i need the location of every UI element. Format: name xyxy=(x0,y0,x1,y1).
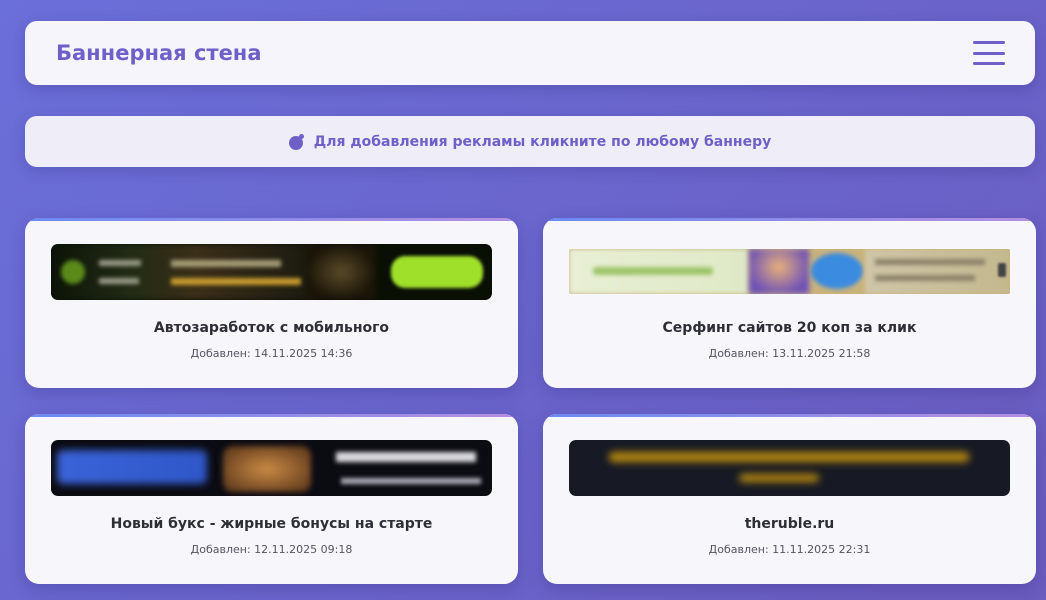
banner-date: Добавлен: 13.11.2025 21:58 xyxy=(708,347,871,360)
banner-image[interactable] xyxy=(569,249,1010,294)
menu-bar xyxy=(973,51,1005,55)
banner-title[interactable]: theruble.ru xyxy=(543,516,1036,532)
notice-text: Для добавления рекламы кликните по любом… xyxy=(313,133,772,150)
hamburger-menu-icon[interactable] xyxy=(973,41,1005,65)
banner-card[interactable]: Новый букс - жирные бонусы на старте Доб… xyxy=(25,414,518,584)
banner-image[interactable] xyxy=(51,440,492,496)
page-title: Баннерная стена xyxy=(56,41,262,65)
banner-date: Добавлен: 14.11.2025 14:36 xyxy=(190,347,353,360)
banner-title[interactable]: Автозаработок с мобильного xyxy=(25,320,518,336)
bomb-icon xyxy=(288,133,305,150)
info-notice: Для добавления рекламы кликните по любом… xyxy=(25,116,1035,167)
banner-date: Добавлен: 11.11.2025 22:31 xyxy=(708,543,871,556)
banner-card[interactable]: Автозаработок с мобильного Добавлен: 14.… xyxy=(25,218,518,388)
page-header: Баннерная стена xyxy=(25,21,1035,85)
menu-bar xyxy=(973,62,1005,65)
banner-image[interactable] xyxy=(51,244,492,300)
banner-title[interactable]: Новый букс - жирные бонусы на старте xyxy=(25,516,518,532)
banner-card[interactable]: Серфинг сайтов 20 коп за клик Добавлен: … xyxy=(543,218,1036,388)
banner-card[interactable]: theruble.ru Добавлен: 11.11.2025 22:31 xyxy=(543,414,1036,584)
banner-image[interactable] xyxy=(569,440,1010,496)
banner-title[interactable]: Серфинг сайтов 20 коп за клик xyxy=(543,320,1036,336)
banner-date: Добавлен: 12.11.2025 09:18 xyxy=(190,543,353,556)
menu-bar xyxy=(973,41,1005,44)
